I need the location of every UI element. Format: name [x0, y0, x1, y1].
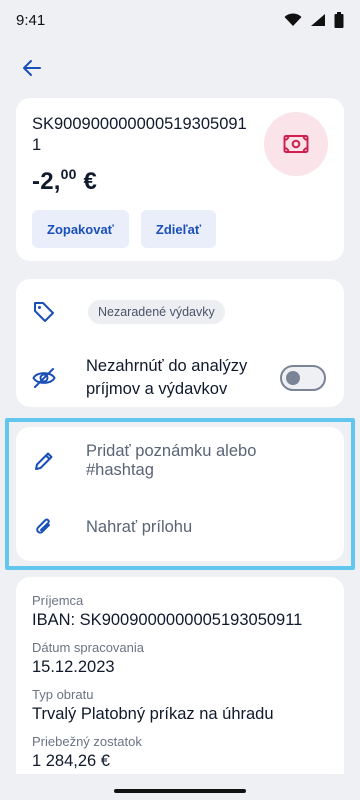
processing-date-label: Dátum spracovania — [32, 640, 144, 655]
arrow-left-icon — [23, 60, 41, 76]
toggle-knob — [286, 371, 300, 385]
attach-file-row[interactable]: Nahrať prílohu — [16, 511, 344, 543]
pencil-icon — [32, 449, 56, 473]
home-indicator[interactable] — [114, 789, 246, 793]
category-card: Nezaradené výdavky Nezahrnúť do analýzy … — [16, 279, 344, 407]
share-button[interactable]: Zdieľať — [140, 210, 217, 248]
turnover-type-value: Trvalý Platobný príkaz na úhradu — [32, 705, 274, 723]
transaction-actions: Zopakovať Zdieľať — [32, 210, 328, 248]
recipient-label: Príjemca — [32, 593, 84, 608]
transaction-card: SK9009000000005193050911 -2,00 € Zopakov… — [16, 98, 344, 261]
paperclip-icon — [32, 515, 56, 539]
top-app-bar — [0, 40, 360, 96]
add-note-row[interactable]: Pridať poznámku alebo #hashtag — [16, 442, 344, 479]
payment-type-badge — [264, 112, 328, 176]
transaction-title: SK9009000000005193050911 — [32, 115, 247, 154]
processing-date-value: 15.12.2023 — [32, 658, 115, 676]
attach-label: Nahrať prílohu — [86, 517, 193, 536]
balance-label: Priebežný zostatok — [32, 734, 142, 749]
battery-icon — [334, 12, 344, 28]
category-row[interactable]: Nezaradené výdavky — [16, 297, 344, 327]
status-bar: 9:41 — [0, 0, 360, 40]
banknote-icon — [283, 135, 309, 153]
details-card: Príjemca IBAN: SK9009000000005193050911 … — [16, 577, 344, 800]
recipient-value: IBAN: SK9009000000005193050911 — [32, 611, 303, 629]
category-chip[interactable]: Nezaradené výdavky — [88, 300, 225, 324]
status-icons — [284, 12, 344, 28]
eye-off-icon — [32, 366, 56, 390]
exclude-label: Nezahrnúť do analýzy príjmov a výdavkov — [86, 357, 248, 398]
status-time: 9:41 — [16, 11, 46, 29]
turnover-type-label: Typ obratu — [32, 687, 94, 702]
navigation-bar — [0, 774, 360, 800]
add-note-label: Pridať poznámku alebo #hashtag — [86, 442, 257, 479]
back-button[interactable] — [18, 54, 46, 82]
balance-value: 1 284,26 € — [32, 752, 110, 770]
exclude-from-analysis-row: Nezahrnúť do analýzy príjmov a výdavkov — [16, 353, 344, 403]
wifi-icon — [284, 13, 302, 26]
note-card: Pridať poznámku alebo #hashtag Nahrať pr… — [16, 427, 344, 561]
tag-icon — [32, 300, 56, 324]
repeat-button[interactable]: Zopakovať — [32, 210, 129, 248]
signal-icon — [311, 14, 325, 26]
exclude-toggle[interactable] — [280, 365, 326, 391]
